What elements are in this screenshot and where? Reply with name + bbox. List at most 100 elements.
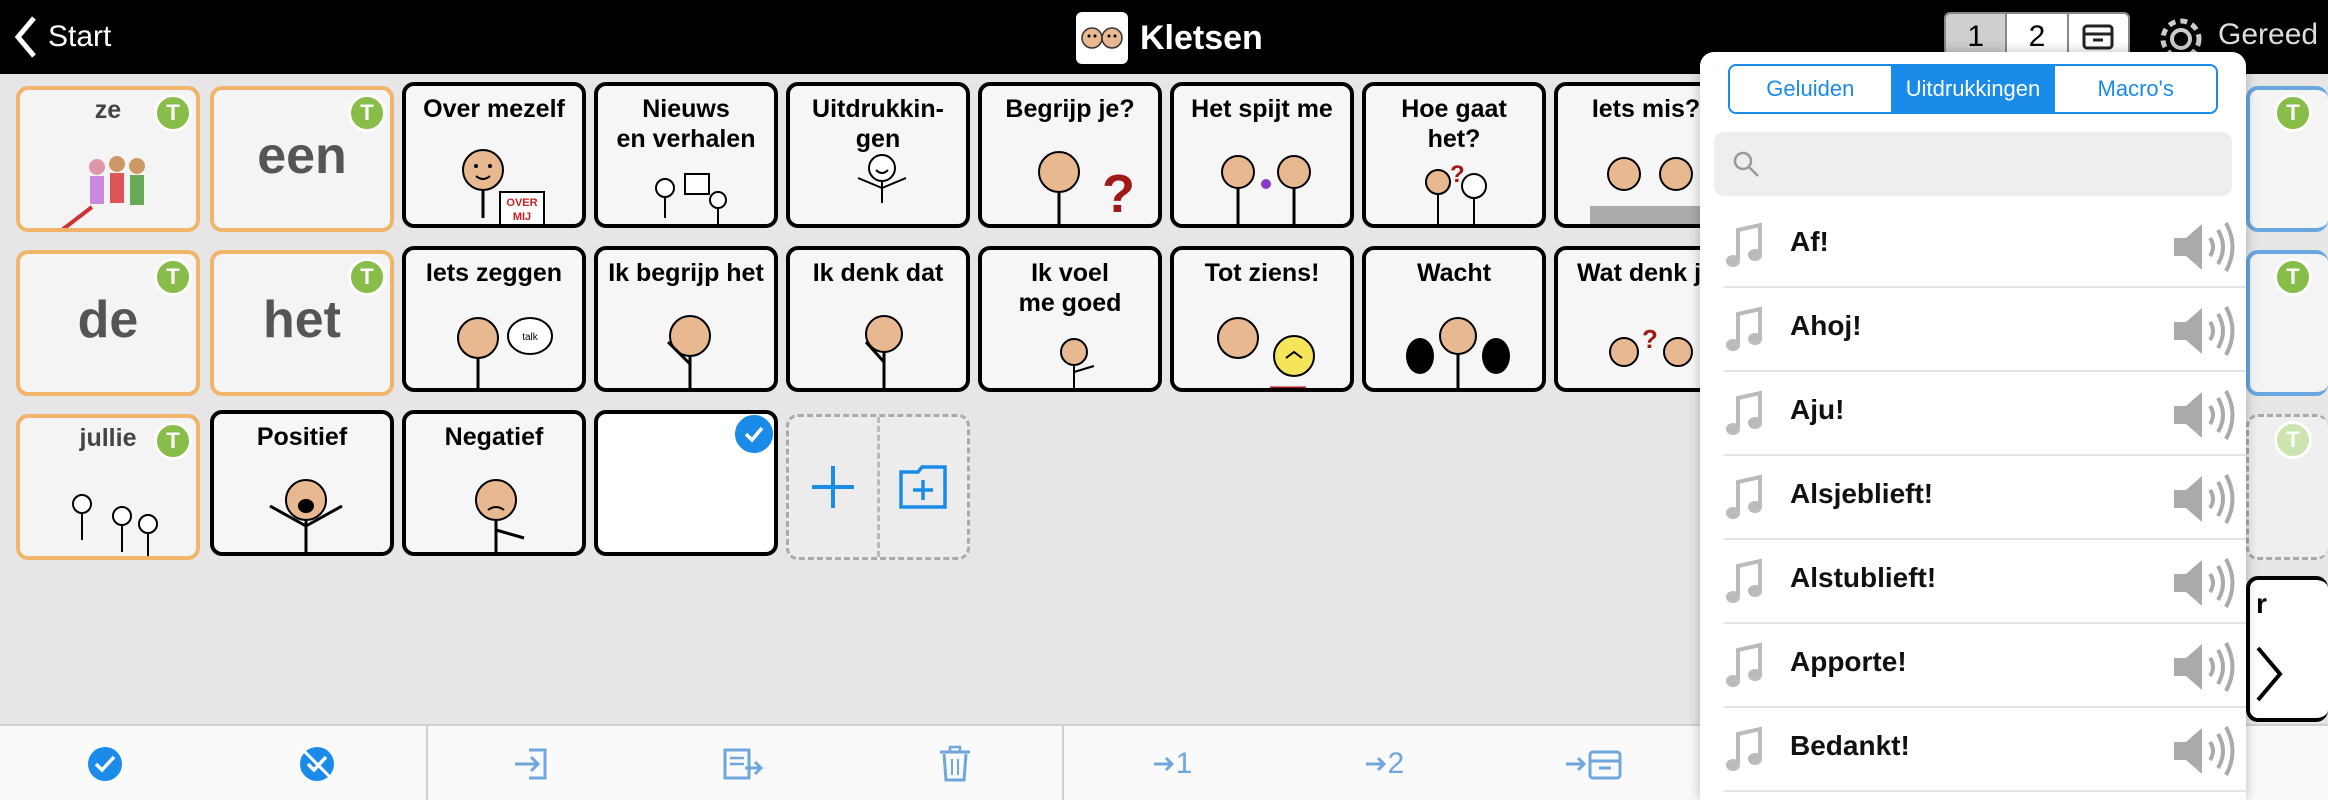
- list-item[interactable]: Ahoj!: [1724, 288, 2246, 372]
- folder-iets-zeggen[interactable]: Iets zeggen talk: [402, 246, 586, 392]
- people-group-icon: [72, 494, 158, 556]
- folder-ik-begrijp-het[interactable]: Ik begrijp het: [594, 246, 778, 392]
- tile-label: Het spijt me: [1191, 95, 1333, 123]
- music-note-icon: [1726, 558, 1762, 603]
- folder-ik-denk-dat[interactable]: Ik denk dat: [786, 246, 970, 392]
- list-item-label: Bedankt!: [1790, 730, 1910, 761]
- speaker-icon[interactable]: [2172, 302, 2240, 360]
- tab-macros[interactable]: Macro's: [2055, 66, 2216, 112]
- app-window: { "topbar": { "back_label": "Start", "ti…: [0, 0, 2328, 800]
- list-item-label: Ahoj!: [1790, 310, 1862, 341]
- tile-label: Uitdrukkin- gen: [812, 95, 944, 153]
- happy-person-icon: [857, 154, 907, 203]
- list-item-label: Apporte!: [1790, 646, 1907, 677]
- list-item[interactable]: Af!: [1724, 204, 2246, 288]
- move-to-archive-button[interactable]: [1564, 736, 1624, 792]
- move-in-button[interactable]: [506, 736, 556, 792]
- thinking-icon: [864, 315, 903, 388]
- tile-ze[interactable]: ze T: [16, 86, 200, 232]
- back-button[interactable]: Start: [12, 14, 111, 60]
- copy-button[interactable]: [718, 736, 768, 792]
- svg-text:?: ?: [1642, 324, 1658, 354]
- page-2-label: 2: [1387, 747, 1405, 780]
- text-badge: T: [154, 258, 192, 296]
- list-item[interactable]: Alstublieft!: [1724, 540, 2246, 624]
- tile-label: Ik denk dat: [812, 259, 944, 287]
- folder-wacht[interactable]: Wacht: [1362, 246, 1546, 392]
- speaker-icon[interactable]: [2172, 218, 2240, 276]
- select-all-button[interactable]: [80, 736, 130, 792]
- list-item[interactable]: Aju!: [1724, 372, 2246, 456]
- folder-nieuws[interactable]: Nieuws en verhalen: [594, 82, 778, 228]
- svg-text:talk: talk: [522, 332, 539, 343]
- list-item-label: Af!: [1790, 226, 1829, 257]
- text-badge: T: [154, 422, 192, 460]
- arrow-right-icon: [1365, 756, 1386, 772]
- tile-de[interactable]: de T: [16, 250, 200, 396]
- thinking-question-icon: ?: [1038, 151, 1134, 224]
- move-to-page-1-button[interactable]: 1: [1142, 736, 1202, 792]
- speaker-icon[interactable]: [2172, 554, 2240, 612]
- list-item[interactable]: Apporte!: [1724, 624, 2246, 708]
- expression-list: Af! Ahoj! Aju! Alsjeblieft! Alstublieft!…: [1700, 204, 2246, 792]
- deselect-all-button[interactable]: [292, 736, 342, 792]
- folder-positief[interactable]: Positief: [210, 410, 394, 556]
- svg-text:?: ?: [1450, 161, 1465, 188]
- list-item[interactable]: Bedankt!: [1724, 708, 2246, 792]
- tile-het[interactable]: het T: [210, 250, 394, 396]
- svg-text:?: ?: [1102, 164, 1134, 224]
- trash-icon: [940, 745, 970, 782]
- speaker-icon[interactable]: [2172, 638, 2240, 696]
- toolbar-divider: [426, 726, 428, 800]
- add-folder-button[interactable]: [880, 417, 968, 557]
- peek-label: r: [2256, 588, 2267, 619]
- list-item[interactable]: Alsjeblieft!: [1724, 456, 2246, 540]
- check-circle-icon: [88, 747, 122, 781]
- tab-uitdrukkingen[interactable]: Uitdrukkingen: [1892, 66, 2056, 112]
- peek-tile-4: r: [2246, 576, 2328, 722]
- tile-label: Begrijp je?: [1005, 95, 1135, 123]
- popover-tabs: Geluiden Uitdrukkingen Macro's: [1728, 64, 2218, 114]
- folder-tot-ziens[interactable]: Tot ziens!: [1170, 246, 1354, 392]
- music-note-icon: [1726, 726, 1762, 771]
- speaker-icon[interactable]: [2172, 386, 2240, 444]
- list-item-label: Alstublieft!: [1790, 562, 1937, 593]
- toolbar-divider: [1062, 726, 1064, 800]
- tile-label: Wacht: [1416, 259, 1492, 287]
- apology-icon: [1221, 155, 1311, 224]
- page-1-label: 1: [1175, 747, 1193, 780]
- empty-folder-selected[interactable]: [594, 410, 778, 556]
- tile-label: Over mezelf: [423, 95, 565, 123]
- search-input[interactable]: [1770, 144, 2210, 184]
- peek-tile-2: T: [2246, 250, 2328, 396]
- move-to-page-2-button[interactable]: 2: [1354, 736, 1414, 792]
- folder-hoe-gaat-het[interactable]: Hoe gaat het? ?: [1362, 82, 1546, 228]
- text-badge: T: [348, 94, 386, 132]
- tile-label: Negatief: [444, 423, 544, 451]
- tile-label: Ik voel me goed: [1018, 259, 1122, 317]
- done-button[interactable]: Gereed: [2218, 18, 2318, 52]
- music-note-icon: [1726, 390, 1762, 435]
- folder-begrijp-je[interactable]: Begrijp je? ?: [978, 82, 1162, 228]
- search-icon: [1733, 151, 1759, 177]
- tab-geluiden[interactable]: Geluiden: [1730, 66, 1893, 112]
- delete-button[interactable]: [930, 736, 980, 792]
- folder-over-mezelf[interactable]: Over mezelf OVER MIJ: [402, 82, 586, 228]
- folder-spijt[interactable]: Het spijt me: [1170, 82, 1354, 228]
- feeling-good-icon: [1060, 338, 1095, 388]
- folder-uitdrukkingen[interactable]: Uitdrukkin- gen: [786, 82, 970, 228]
- tile-een[interactable]: een T: [210, 86, 394, 232]
- folder-negatief[interactable]: Negatief: [402, 410, 586, 556]
- tile-jullie[interactable]: jullie T: [16, 414, 200, 560]
- move-archive-icon: [1566, 750, 1622, 780]
- speaker-icon[interactable]: [2172, 722, 2240, 780]
- news-icon: [655, 173, 727, 224]
- understanding-icon: [666, 315, 711, 388]
- music-note-icon: [1726, 642, 1762, 687]
- svg-text:OVER: OVER: [506, 197, 537, 209]
- asking-person-icon: ?: [1425, 161, 1487, 224]
- folder-ik-voel-me-goed[interactable]: Ik voel me goed: [978, 246, 1162, 392]
- speaker-icon[interactable]: [2172, 470, 2240, 528]
- text-badge: T: [2274, 421, 2312, 459]
- add-button[interactable]: [789, 417, 880, 557]
